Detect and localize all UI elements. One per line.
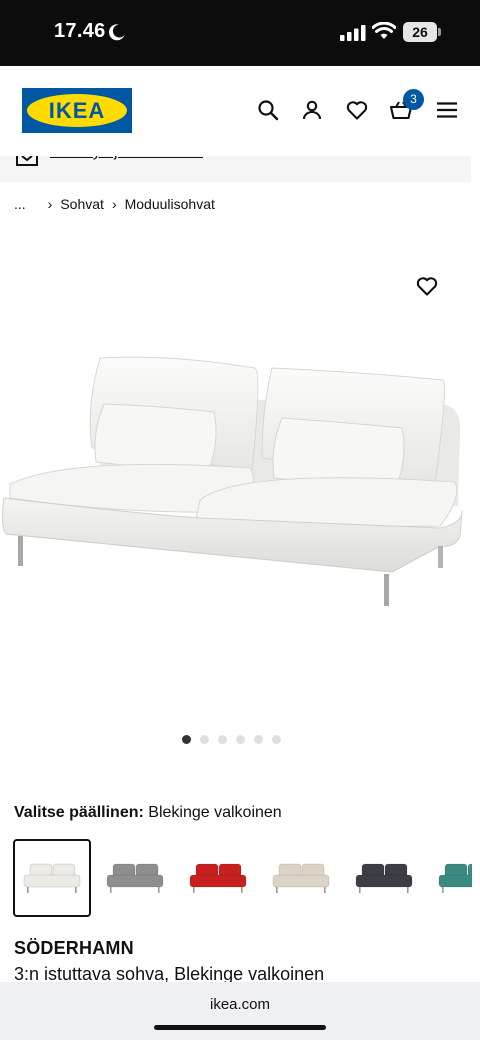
moon-icon — [108, 24, 125, 41]
sofa-thumbnail-icon — [355, 863, 413, 893]
sofa-thumbnail-icon — [189, 863, 247, 893]
carousel-dot[interactable] — [236, 735, 245, 744]
wishlist-heart-icon[interactable] — [345, 98, 369, 122]
cover-swatch[interactable] — [262, 839, 340, 917]
wifi-icon — [372, 22, 396, 39]
profile-icon[interactable] — [300, 98, 324, 122]
cover-swatch[interactable] — [345, 839, 423, 917]
battery-nub — [438, 28, 441, 36]
status-time: 17.46 — [54, 20, 106, 42]
breadcrumb-item-sohvat[interactable]: Sohvat — [60, 196, 104, 212]
carousel-dot[interactable] — [182, 735, 191, 744]
cover-swatch[interactable] — [13, 839, 91, 917]
chevron-right-icon: › — [111, 196, 117, 212]
carousel-dot[interactable] — [218, 735, 227, 744]
browser-url-bar[interactable]: ikea.com — [0, 982, 480, 1040]
breadcrumb-item-moduulisohvat[interactable]: Moduulisohvat — [125, 196, 215, 212]
breadcrumb-ellipsis[interactable]: ... — [14, 196, 26, 212]
url-text[interactable]: ikea.com — [0, 996, 480, 1013]
sofa-thumbnail-icon — [106, 863, 164, 893]
home-indicator — [154, 1025, 326, 1030]
product-name: SÖDERHAMN — [14, 938, 134, 958]
add-to-wishlist-heart-icon[interactable] — [415, 274, 439, 298]
cover-label-title: Valitse päällinen: — [14, 804, 144, 821]
logo-oval: IKEA — [27, 94, 127, 127]
battery-indicator: 26 — [403, 22, 437, 42]
sofa-thumbnail-icon — [438, 863, 472, 893]
cover-selected-value: Blekinge valkoinen — [148, 804, 282, 821]
sofa-thumbnail-icon — [23, 863, 81, 893]
ikea-logo[interactable]: IKEA — [22, 88, 132, 133]
sofa-illustration — [1, 356, 463, 606]
cover-swatch[interactable] — [428, 839, 472, 917]
cover-swatches — [12, 839, 472, 919]
carousel-dot[interactable] — [200, 735, 209, 744]
chevron-right-icon: › — [47, 196, 53, 212]
breadcrumb: ... › Sohvat › Moduulisohvat — [14, 196, 215, 212]
search-icon[interactable] — [256, 98, 280, 122]
status-bar: 17.46 26 — [0, 0, 480, 66]
cart-count-badge: 3 — [403, 89, 424, 110]
sofa-thumbnail-icon — [272, 863, 330, 893]
carousel-dot[interactable] — [272, 735, 281, 744]
hamburger-menu-icon[interactable] — [435, 98, 459, 122]
signal-icon — [340, 25, 366, 41]
carousel-dot[interactable] — [254, 735, 263, 744]
logo-text: IKEA — [48, 97, 106, 123]
site-header: IKEA 3 — [0, 66, 480, 156]
image-carousel-dots[interactable] — [182, 735, 281, 744]
cover-selection-label: Valitse päällinen: Blekinge valkoinen — [14, 804, 282, 822]
product-image[interactable] — [0, 236, 480, 726]
cover-swatch[interactable] — [179, 839, 257, 917]
cover-swatch[interactable] — [96, 839, 174, 917]
